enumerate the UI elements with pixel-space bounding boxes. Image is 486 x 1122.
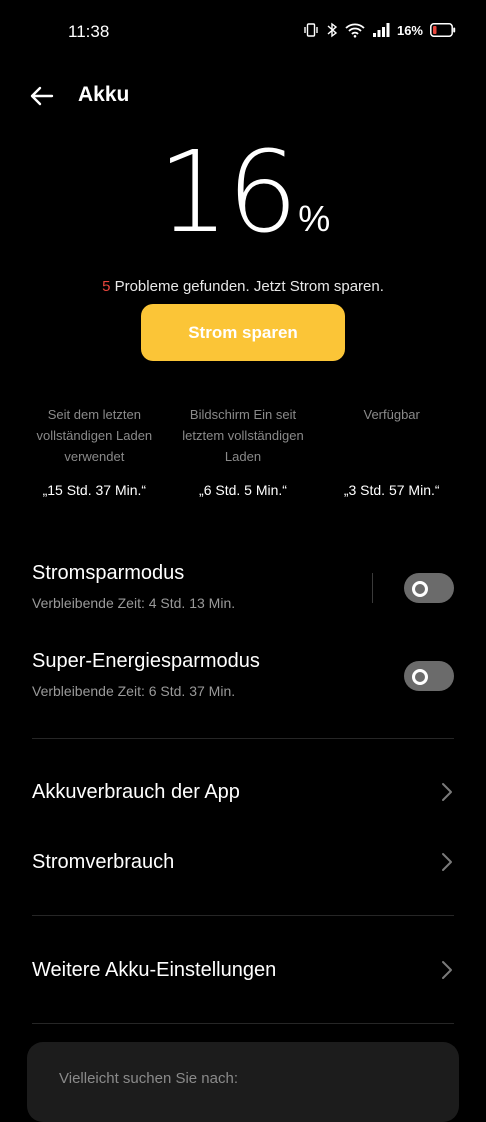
problems-notice: 5 Probleme gefunden. Jetzt Strom sparen. — [0, 278, 486, 295]
arrow-left-icon — [30, 86, 54, 106]
super-saving-title: Super-Energiesparmodus — [32, 650, 260, 672]
vibrate-icon — [304, 23, 318, 37]
problems-text: Probleme gefunden. Jetzt Strom sparen. — [110, 278, 384, 295]
more-settings-label: Weitere Akku-Einstellungen — [32, 959, 277, 981]
signal-icon — [372, 23, 390, 37]
stat-value: „3 Std. 57 Min.“ — [343, 482, 440, 498]
toggle-knob — [412, 581, 428, 597]
divider — [32, 915, 454, 916]
stat-label: Verfügbar — [363, 407, 420, 422]
page-title: Akku — [78, 83, 130, 106]
status-bar: 11:38 16% — [0, 0, 486, 64]
stat-label: Seit dem letzten vollständigen Laden ver… — [36, 407, 153, 464]
app-usage-label: Akkuverbrauch der App — [32, 781, 240, 803]
battery-level: 16% — [0, 128, 486, 258]
stat-value: „15 Std. 37 Min.“ — [42, 482, 147, 498]
status-battery-percent: 16% — [396, 22, 423, 38]
power-saving-title: Stromsparmodus — [32, 562, 185, 584]
battery-level-unit: % — [298, 198, 331, 239]
wifi-icon — [345, 23, 365, 38]
super-saving-row[interactable]: Super-Energiesparmodus Verbleibende Zeit… — [32, 650, 454, 706]
stat-label: Bildschirm Ein seit letztem vollständige… — [182, 407, 304, 464]
power-saving-subtitle: Verbleibende Zeit: 4 Std. 13 Min. — [32, 595, 236, 611]
vertical-divider — [372, 573, 373, 603]
chevron-right-icon — [442, 783, 452, 801]
power-consumption-label: Stromverbrauch — [32, 851, 175, 873]
chevron-right-icon — [442, 961, 452, 979]
app-usage-row[interactable]: Akkuverbrauch der App — [32, 772, 454, 812]
stat-value: „6 Std. 5 Min.“ — [199, 482, 287, 498]
divider — [32, 1023, 454, 1024]
usage-stats: Seit dem letzten vollständigen Laden ver… — [20, 404, 466, 498]
divider — [32, 738, 454, 739]
suggestion-text: Vielleicht suchen Sie nach: — [59, 1070, 239, 1087]
bluetooth-icon — [327, 22, 338, 38]
battery-icon — [430, 23, 456, 37]
power-saving-row[interactable]: Stromsparmodus Verbleibende Zeit: 4 Std.… — [32, 562, 454, 618]
header: Akku — [0, 72, 486, 120]
super-saving-subtitle: Verbleibende Zeit: 6 Std. 37 Min. — [32, 683, 236, 699]
status-time: 11:38 — [68, 22, 110, 41]
stat-screen-on: Bildschirm Ein seit letztem vollständige… — [169, 404, 318, 498]
toggle-knob — [412, 669, 428, 685]
stat-since-charge: Seit dem letzten vollständigen Laden ver… — [20, 404, 169, 498]
chevron-right-icon — [442, 853, 452, 871]
power-saving-toggle[interactable] — [404, 573, 454, 603]
back-button[interactable] — [26, 80, 58, 112]
power-consumption-row[interactable]: Stromverbrauch — [32, 842, 454, 882]
stat-available: Verfügbar „3 Std. 57 Min.“ — [317, 404, 466, 498]
more-settings-row[interactable]: Weitere Akku-Einstellungen — [32, 950, 454, 990]
super-saving-toggle[interactable] — [404, 661, 454, 691]
battery-level-number: 16 — [157, 128, 299, 258]
status-icons: 16% — [303, 22, 456, 38]
suggestion-card[interactable]: Vielleicht suchen Sie nach: — [27, 1042, 459, 1122]
save-power-button[interactable]: Strom sparen — [141, 304, 345, 361]
